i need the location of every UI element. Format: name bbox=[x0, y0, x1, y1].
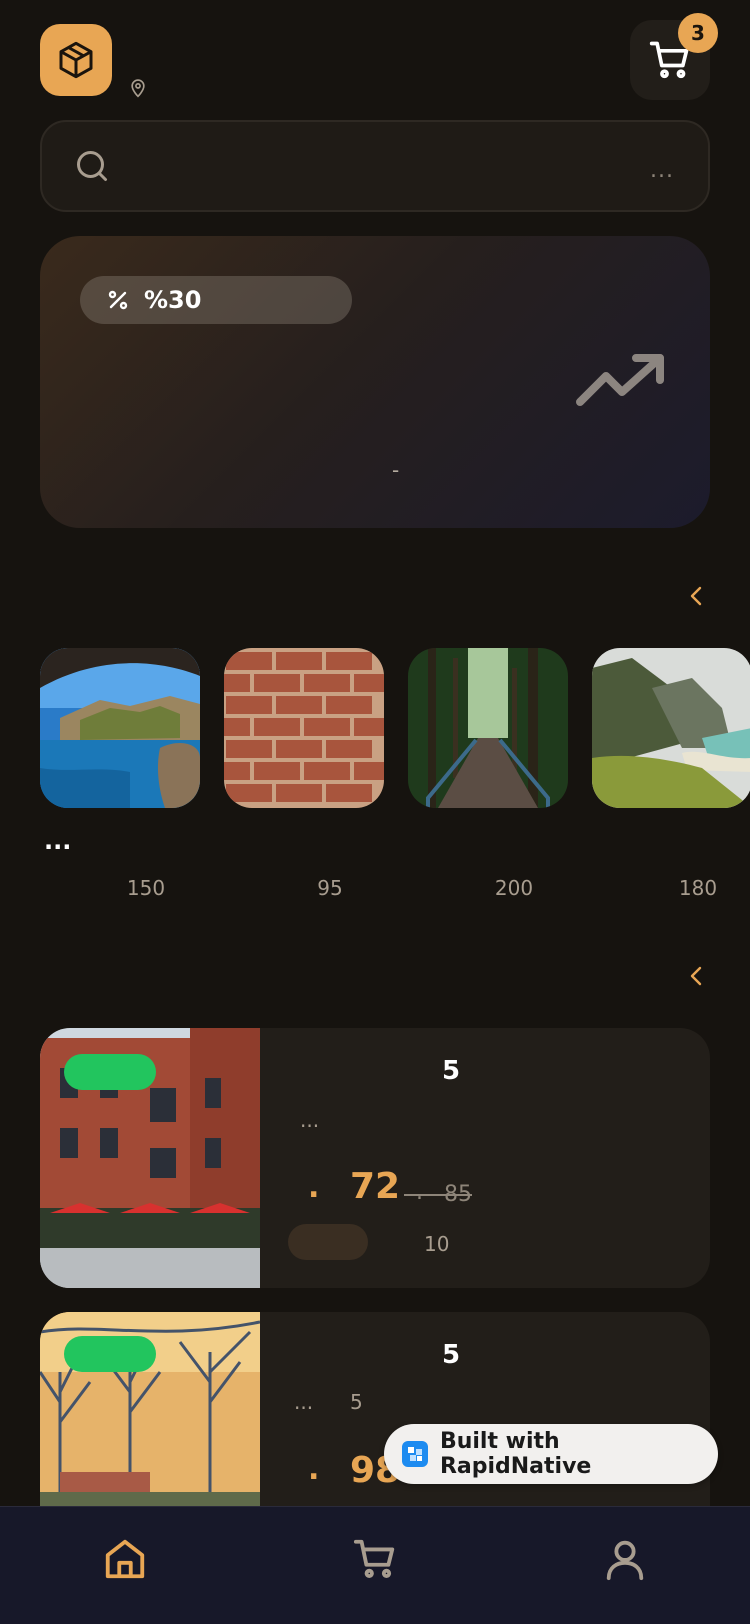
review-count: 5 bbox=[350, 1390, 363, 1414]
status-badge bbox=[64, 1336, 156, 1372]
user-icon[interactable] bbox=[602, 1536, 648, 1582]
discount-text: %30 bbox=[144, 286, 202, 314]
cart-count-badge: 3 bbox=[678, 13, 718, 53]
category-count: 180 bbox=[678, 876, 718, 900]
rapidnative-label: Built with RapidNative bbox=[439, 1429, 592, 1479]
status-badge bbox=[64, 1054, 156, 1090]
categories-more[interactable]: ... bbox=[44, 829, 71, 853]
package-icon bbox=[59, 41, 93, 79]
cart-icon[interactable] bbox=[352, 1536, 398, 1582]
app-logo[interactable] bbox=[40, 24, 112, 96]
old-price-dot: . bbox=[416, 1180, 423, 1205]
category-image-green-valley[interactable] bbox=[592, 648, 750, 808]
category-count: 95 bbox=[317, 876, 343, 900]
product-rating: 5 bbox=[442, 1340, 461, 1370]
old-price: 85 bbox=[444, 1182, 472, 1207]
category-image-forest-bridge[interactable] bbox=[408, 648, 568, 808]
product-rating: 5 bbox=[442, 1056, 461, 1086]
search-input[interactable] bbox=[128, 138, 628, 194]
category-image-brick-wall[interactable] bbox=[224, 648, 384, 808]
chevron-left-icon[interactable] bbox=[686, 584, 706, 608]
home-icon[interactable] bbox=[102, 1536, 148, 1582]
built-with-rapidnative-badge[interactable]: Built with RapidNative bbox=[384, 1424, 718, 1484]
search-placeholder-dots: ... bbox=[650, 158, 674, 183]
product-description-dots: ... bbox=[300, 1108, 320, 1132]
category-count: 200 bbox=[494, 876, 534, 900]
category-count: 150 bbox=[126, 876, 166, 900]
discount-pill: %30 bbox=[80, 276, 352, 324]
rapidnative-logo-icon bbox=[402, 1441, 428, 1467]
category-image-sea-cliffs[interactable] bbox=[40, 648, 200, 808]
chevron-left-icon[interactable] bbox=[686, 964, 706, 988]
search-icon bbox=[77, 151, 107, 181]
price-currency-dot: . bbox=[308, 1452, 320, 1487]
product-price: 72 bbox=[350, 1166, 401, 1207]
percent-icon bbox=[108, 290, 128, 310]
price-currency-dot: . bbox=[308, 1170, 320, 1205]
stock-quantity: 10 bbox=[424, 1232, 450, 1256]
add-to-cart-button[interactable] bbox=[288, 1224, 368, 1260]
trending-up-icon bbox=[576, 354, 664, 406]
product-description-dots: ... bbox=[294, 1390, 314, 1414]
banner-dash: - bbox=[392, 458, 400, 482]
map-pin-icon[interactable] bbox=[128, 78, 148, 98]
